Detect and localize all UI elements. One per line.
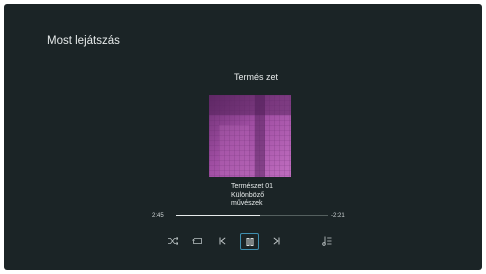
remaining-time: -2:21	[331, 213, 345, 219]
previous-button[interactable]	[215, 233, 229, 249]
progress-bar[interactable]	[176, 215, 328, 216]
track-title: Természet 01	[231, 183, 274, 190]
shuffle-button[interactable]	[165, 233, 181, 249]
next-icon	[273, 237, 279, 245]
progress-fill	[176, 215, 260, 216]
pause-icon	[246, 237, 253, 246]
pause-button[interactable]	[240, 233, 259, 250]
next-button[interactable]	[269, 233, 283, 249]
shuffle-icon	[168, 237, 178, 245]
elapsed-time: 2:45	[152, 213, 164, 219]
album-title: Termés zet	[234, 72, 279, 82]
track-artist: Különböző művészek	[231, 191, 265, 208]
repeat-button[interactable]	[189, 233, 205, 249]
now-playing-screen: Most lejátszás Termés zet Természet 01 K…	[4, 4, 482, 270]
playlist-icon	[322, 236, 332, 246]
repeat-icon	[191, 238, 202, 244]
page-title: Most lejátszás	[47, 35, 120, 47]
previous-icon	[219, 237, 225, 245]
album-art	[209, 95, 291, 177]
track-info: Természet 01 Különböző művészek	[231, 183, 291, 209]
playlist-button[interactable]	[320, 233, 334, 249]
